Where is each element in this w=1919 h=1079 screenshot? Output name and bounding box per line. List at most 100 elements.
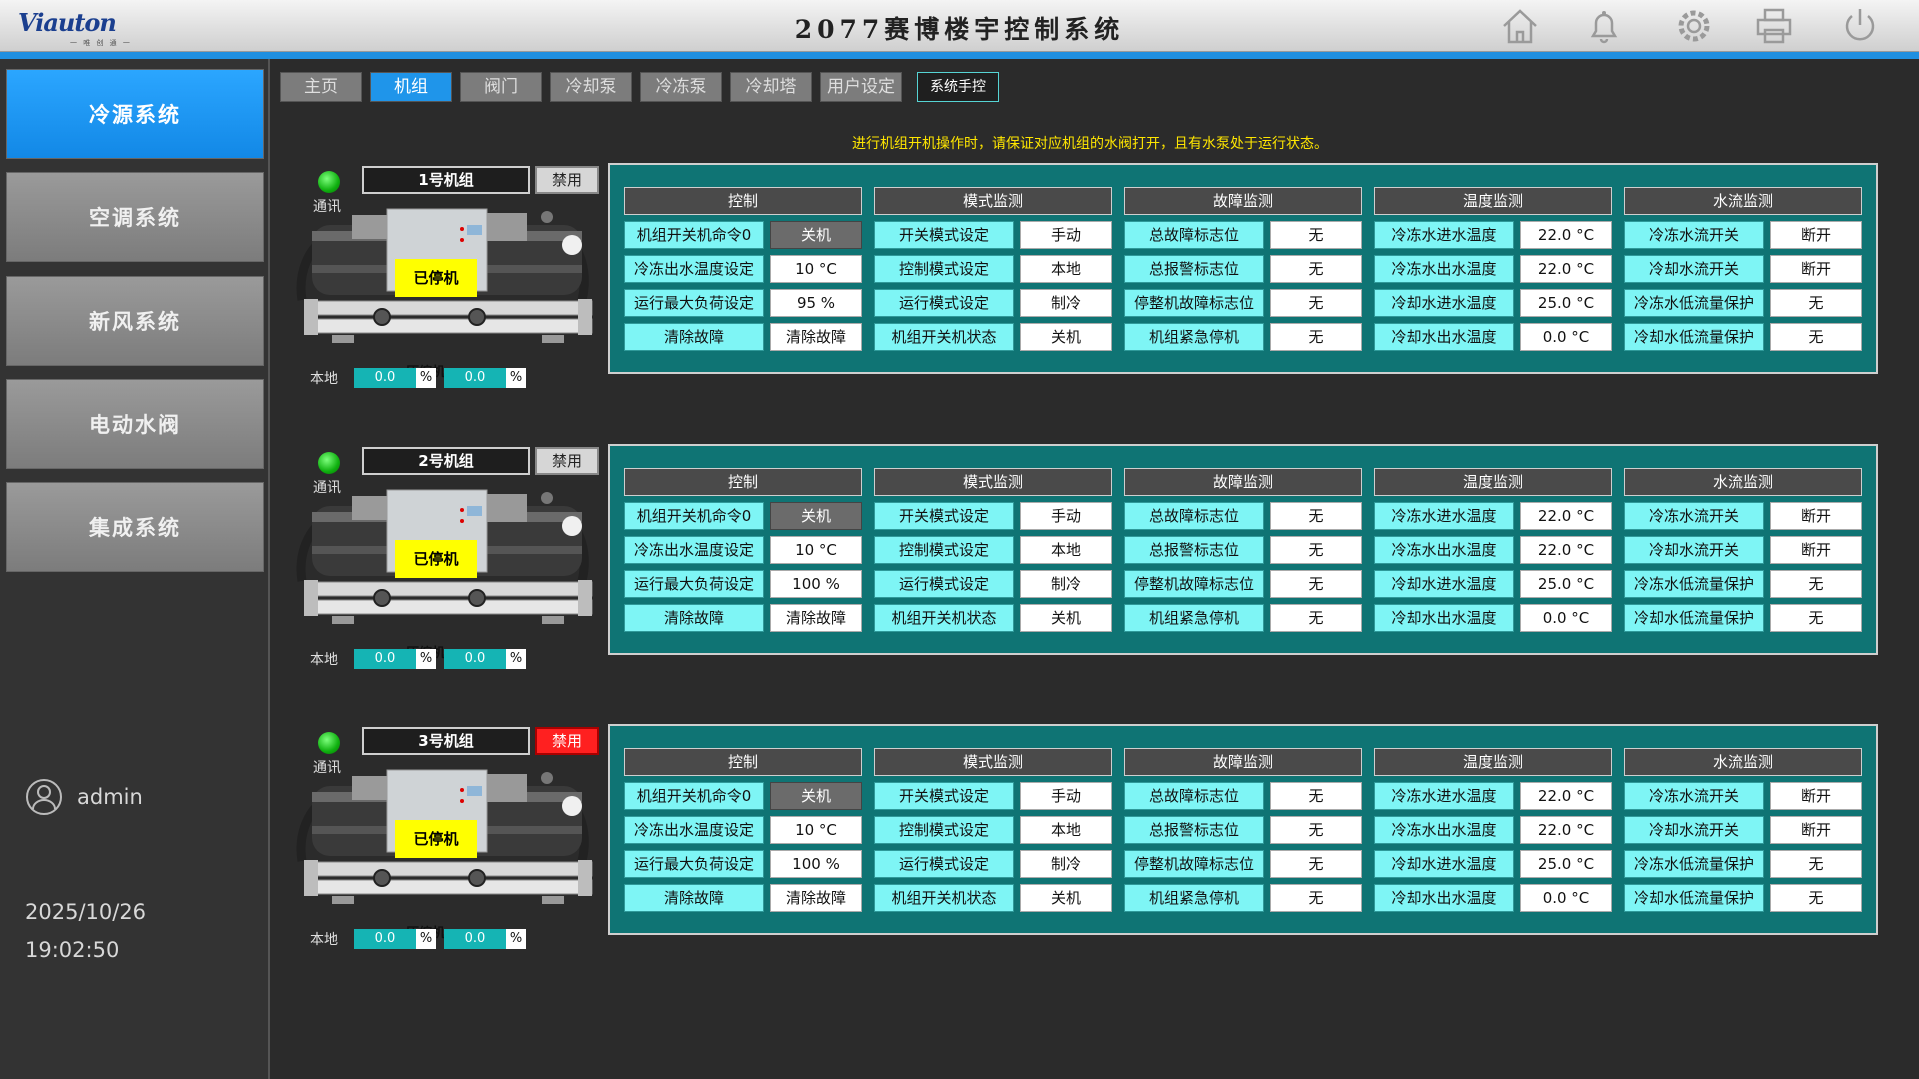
tab-units[interactable]: 机组 bbox=[370, 72, 452, 102]
mode-monitor-label-2: 控制模式设定 bbox=[874, 536, 1014, 564]
bell-icon[interactable] bbox=[1583, 6, 1625, 46]
temperature-monitor-label-2: 冷冻水出水温度 bbox=[1374, 255, 1514, 283]
sidebar-item-water-valve[interactable]: 电动水阀 bbox=[6, 379, 264, 469]
water-flow-monitor-label-1: 冷冻水流开关 bbox=[1624, 502, 1764, 530]
fault-monitor-label-3: 停整机故障标志位 bbox=[1124, 850, 1264, 878]
load-value-2: 0.0 bbox=[444, 368, 506, 388]
water-flow-monitor-value-1: 断开 bbox=[1770, 782, 1862, 810]
control-value-4[interactable]: 清除故障 bbox=[770, 323, 862, 351]
water-flow-monitor-label-3: 冷冻水低流量保护 bbox=[1624, 850, 1764, 878]
control-label-4[interactable]: 清除故障 bbox=[624, 604, 764, 632]
control-value-2[interactable]: 10 °C bbox=[770, 536, 862, 564]
tab-bar: 主页 机组 阀门 冷却泵 冷冻泵 冷却塔 用户设定 系统手控 bbox=[280, 72, 1180, 102]
temperature-monitor-label-3: 冷却水进水温度 bbox=[1374, 289, 1514, 317]
control-value-3[interactable]: 100 % bbox=[770, 570, 862, 598]
sidebar-item-cold-source[interactable]: 冷源系统 bbox=[6, 69, 264, 159]
sidebar-item-air-conditioning[interactable]: 空调系统 bbox=[6, 172, 264, 262]
fault-monitor-value-3: 无 bbox=[1270, 850, 1362, 878]
water-flow-monitor-label-3: 冷冻水低流量保护 bbox=[1624, 570, 1764, 598]
mode-monitor-value-2: 本地 bbox=[1020, 536, 1112, 564]
water-flow-monitor-label-2: 冷却水流开关 bbox=[1624, 255, 1764, 283]
tab-valves[interactable]: 阀门 bbox=[460, 72, 542, 102]
temperature-monitor-value-1: 22.0 °C bbox=[1520, 221, 1612, 249]
current-time: 19:02:50 bbox=[25, 938, 120, 962]
temperature-monitor-value-1: 22.0 °C bbox=[1520, 502, 1612, 530]
chiller-unit-1: 通讯 1号机组 禁用 已停机 压缩机 本地 0.0 % 0.0 % 控制 机组开… bbox=[280, 163, 1880, 388]
fault-monitor-value-3: 无 bbox=[1270, 289, 1362, 317]
tab-manual-control[interactable]: 系统手控 bbox=[917, 72, 999, 102]
power-icon[interactable] bbox=[1839, 6, 1881, 46]
control-label-2: 冷冻出水温度设定 bbox=[624, 816, 764, 844]
fault-monitor-value-4: 无 bbox=[1270, 604, 1362, 632]
load-value-1: 0.0 bbox=[354, 929, 416, 949]
control-label-2: 冷冻出水温度设定 bbox=[624, 255, 764, 283]
load-unit-1: % bbox=[416, 929, 436, 949]
control-label-3: 运行最大负荷设定 bbox=[624, 850, 764, 878]
gear-icon[interactable] bbox=[1673, 6, 1715, 46]
sidebar-item-fresh-air[interactable]: 新风系统 bbox=[6, 276, 264, 366]
mode-monitor-label-4: 机组开关机状态 bbox=[874, 604, 1014, 632]
tab-cooling-pump[interactable]: 冷却泵 bbox=[550, 72, 632, 102]
fault-monitor-value-1: 无 bbox=[1270, 502, 1362, 530]
fault-monitor-label-1: 总故障标志位 bbox=[1124, 782, 1264, 810]
user-info: admin bbox=[25, 778, 255, 818]
unit-name: 3号机组 bbox=[362, 727, 530, 755]
control-value-2[interactable]: 10 °C bbox=[770, 816, 862, 844]
mode-monitor-label-2: 控制模式设定 bbox=[874, 255, 1014, 283]
tab-chilled-pump[interactable]: 冷冻泵 bbox=[640, 72, 722, 102]
current-date: 2025/10/26 bbox=[25, 900, 147, 924]
temperature-monitor-label-1: 冷冻水进水温度 bbox=[1374, 782, 1514, 810]
fault-monitor-label-3: 停整机故障标志位 bbox=[1124, 570, 1264, 598]
unit-status-badge: 已停机 bbox=[395, 820, 477, 858]
temperature-monitor-value-4: 0.0 °C bbox=[1520, 323, 1612, 351]
control-value-1[interactable]: 关机 bbox=[770, 782, 862, 810]
control-header: 控制 bbox=[624, 187, 862, 215]
home-icon[interactable] bbox=[1499, 6, 1541, 46]
tab-home[interactable]: 主页 bbox=[280, 72, 362, 102]
fault-monitor-value-2: 无 bbox=[1270, 255, 1362, 283]
water-flow-monitor-header: 水流监测 bbox=[1624, 748, 1862, 776]
water-flow-monitor-label-4: 冷却水低流量保护 bbox=[1624, 884, 1764, 912]
temperature-monitor-label-2: 冷冻水出水温度 bbox=[1374, 536, 1514, 564]
control-value-3[interactable]: 100 % bbox=[770, 850, 862, 878]
header-icons bbox=[1499, 6, 1919, 46]
sidebar-item-integration[interactable]: 集成系统 bbox=[6, 482, 264, 572]
chiller-unit-3: 通讯 3号机组 禁用 已停机 压缩机 本地 0.0 % 0.0 % 控制 机组开… bbox=[280, 724, 1880, 949]
temperature-monitor-value-3: 25.0 °C bbox=[1520, 289, 1612, 317]
water-flow-monitor-value-1: 断开 bbox=[1770, 221, 1862, 249]
fault-monitor-label-2: 总报警标志位 bbox=[1124, 536, 1264, 564]
fault-monitor-value-1: 无 bbox=[1270, 782, 1362, 810]
tab-user-settings[interactable]: 用户设定 bbox=[820, 72, 902, 102]
temperature-monitor-value-3: 25.0 °C bbox=[1520, 570, 1612, 598]
mode-monitor-value-2: 本地 bbox=[1020, 255, 1112, 283]
control-header: 控制 bbox=[624, 748, 862, 776]
water-flow-monitor-label-2: 冷却水流开关 bbox=[1624, 536, 1764, 564]
disable-button[interactable]: 禁用 bbox=[535, 166, 599, 194]
user-name: admin bbox=[77, 785, 143, 809]
fault-monitor-header: 故障监测 bbox=[1124, 468, 1362, 496]
control-label-4[interactable]: 清除故障 bbox=[624, 884, 764, 912]
tab-cooling-tower[interactable]: 冷却塔 bbox=[730, 72, 812, 102]
control-value-4[interactable]: 清除故障 bbox=[770, 604, 862, 632]
control-value-2[interactable]: 10 °C bbox=[770, 255, 862, 283]
disable-button[interactable]: 禁用 bbox=[535, 727, 599, 755]
mode-monitor-value-3: 制冷 bbox=[1020, 850, 1112, 878]
control-value-4[interactable]: 清除故障 bbox=[770, 884, 862, 912]
comm-status-led bbox=[318, 452, 340, 474]
printer-icon[interactable] bbox=[1753, 6, 1795, 46]
control-value-1[interactable]: 关机 bbox=[770, 502, 862, 530]
mode-monitor-label-4: 机组开关机状态 bbox=[874, 884, 1014, 912]
disable-button[interactable]: 禁用 bbox=[535, 447, 599, 475]
water-flow-monitor-value-1: 断开 bbox=[1770, 502, 1862, 530]
control-label-4[interactable]: 清除故障 bbox=[624, 323, 764, 351]
fault-monitor-label-2: 总报警标志位 bbox=[1124, 816, 1264, 844]
water-flow-monitor-label-1: 冷冻水流开关 bbox=[1624, 782, 1764, 810]
control-value-1[interactable]: 关机 bbox=[770, 221, 862, 249]
operation-notice: 进行机组开机操作时，请保证对应机组的水阀打开，且有水泵处于运行状态。 bbox=[852, 136, 1328, 152]
fault-monitor-label-1: 总故障标志位 bbox=[1124, 502, 1264, 530]
control-label-1: 机组开关机命令0 bbox=[624, 502, 764, 530]
control-value-3[interactable]: 95 % bbox=[770, 289, 862, 317]
load-value-1: 0.0 bbox=[354, 649, 416, 669]
temperature-monitor-label-3: 冷却水进水温度 bbox=[1374, 850, 1514, 878]
water-flow-monitor-label-3: 冷冻水低流量保护 bbox=[1624, 289, 1764, 317]
